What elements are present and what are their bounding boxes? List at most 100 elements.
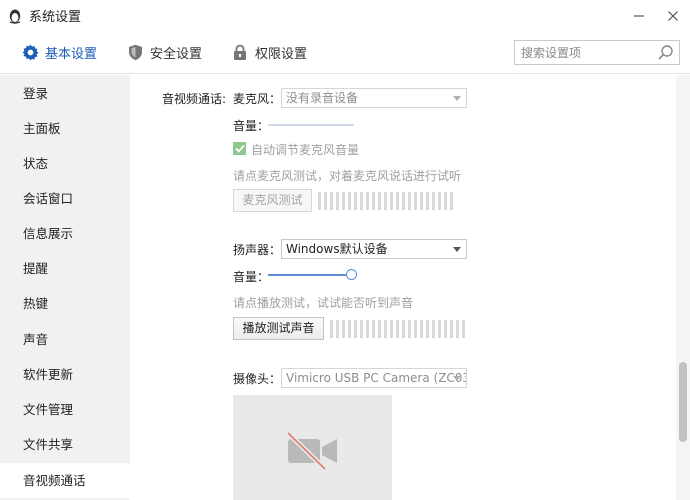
camera-preview (233, 395, 392, 500)
camera-device-value: Vimicro USB PC Camera (ZC030... (286, 371, 466, 385)
camera-off-icon (286, 431, 337, 471)
window-title: 系统设置 (29, 10, 82, 25)
level-segment (426, 320, 429, 338)
speaker-label: 扬声器： (233, 243, 282, 257)
speaker-device-value: Windows默认设备 (286, 242, 388, 256)
level-segment (432, 192, 435, 210)
level-segment (438, 192, 441, 210)
level-segment (342, 192, 345, 210)
level-segment (384, 192, 387, 210)
level-segment (360, 192, 363, 210)
level-segment (450, 320, 453, 338)
checkmark-icon (234, 144, 245, 153)
sidebar-item-software-update[interactable]: 软件更新 (0, 357, 130, 392)
sidebar-item-status[interactable]: 状态 (0, 146, 130, 181)
level-segment (330, 192, 333, 210)
level-segment (354, 320, 357, 338)
speaker-level-meter (330, 318, 465, 340)
level-segment (420, 192, 423, 210)
search-icon[interactable] (657, 44, 674, 61)
speaker-device-select[interactable]: Windows默认设备 (281, 239, 467, 259)
title-bar: 系统设置 (0, 0, 690, 31)
level-segment (420, 320, 423, 338)
mic-test-button[interactable]: 麦克风测试 (233, 189, 312, 212)
level-segment (390, 320, 393, 338)
level-segment (408, 192, 411, 210)
camera-label: 摄像头： (233, 372, 282, 386)
chevron-down-icon (453, 247, 461, 252)
sidebar-item-sound[interactable]: 声音 (0, 322, 130, 357)
level-segment (450, 192, 453, 210)
search-input[interactable] (515, 41, 653, 64)
tab-security-settings[interactable]: 安全设置 (126, 31, 202, 74)
level-segment (414, 320, 417, 338)
auto-adjust-label: 自动调节麦克风音量 (251, 143, 360, 157)
minimize-button[interactable] (622, 0, 656, 31)
level-segment (396, 320, 399, 338)
tab-label: 安全设置 (150, 47, 203, 62)
mic-device-value: 没有录音设备 (286, 91, 359, 105)
tab-basic-settings[interactable]: 基本设置 (21, 31, 97, 74)
settings-tab-bar: 基本设置 安全设置 权限设置 (0, 31, 690, 74)
auto-adjust-checkbox[interactable] (233, 142, 246, 155)
level-segment (444, 192, 447, 210)
sidebar-item-hotkeys[interactable]: 热键 (0, 286, 130, 321)
penguin-icon (7, 8, 23, 24)
mic-device-select[interactable]: 没有录音设备 (281, 88, 467, 108)
mic-volume-label: 音量： (233, 119, 270, 133)
search-box[interactable] (514, 40, 680, 65)
level-segment (336, 192, 339, 210)
level-segment (432, 320, 435, 338)
level-segment (354, 192, 357, 210)
level-segment (438, 320, 441, 338)
tab-label: 权限设置 (255, 47, 308, 62)
sidebar-item-file-sharing[interactable]: 文件共享 (0, 427, 130, 462)
mic-label: 麦克风： (233, 92, 282, 106)
level-segment (414, 192, 417, 210)
sidebar-item-login[interactable]: 登录 (0, 76, 130, 111)
chevron-down-icon (453, 96, 461, 101)
level-segment (330, 320, 333, 338)
sidebar-item-av-call[interactable]: 音视频通话 (0, 463, 130, 498)
tab-label: 基本设置 (45, 47, 98, 62)
section-label: 音视频通话: (162, 92, 227, 106)
level-segment (372, 320, 375, 338)
close-button[interactable] (656, 0, 690, 31)
speaker-volume-thumb[interactable] (346, 269, 357, 280)
level-segment (372, 192, 375, 210)
tab-permission-settings[interactable]: 权限设置 (231, 31, 307, 74)
level-segment (396, 192, 399, 210)
av-call-settings-panel: 音视频通话: 麦克风： 没有录音设备 音量： 自动调节麦克风音量 请点麦克风测试… (130, 75, 676, 500)
camera-device-select[interactable]: Vimicro USB PC Camera (ZC030... (281, 368, 467, 388)
speaker-test-button[interactable]: 播放测试声音 (233, 317, 324, 340)
level-segment (318, 192, 321, 210)
level-segment (378, 192, 381, 210)
settings-sidebar: 登录 主面板 状态 会话窗口 信息展示 提醒 热键 声音 软件更新 文件管理 文… (0, 75, 130, 500)
content-scrollbar[interactable] (676, 75, 690, 500)
sidebar-item-main-panel[interactable]: 主面板 (0, 111, 130, 146)
speaker-volume-fill (268, 274, 352, 276)
lock-icon (231, 44, 249, 62)
level-segment (390, 192, 393, 210)
close-icon (668, 10, 678, 21)
level-segment (402, 192, 405, 210)
mic-volume-slider[interactable] (268, 124, 354, 126)
scrollbar-thumb[interactable] (679, 362, 687, 442)
gear-icon (21, 44, 39, 62)
level-segment (408, 320, 411, 338)
sidebar-item-chat-window[interactable]: 会话窗口 (0, 181, 130, 216)
sidebar-item-reminders[interactable]: 提醒 (0, 251, 130, 286)
sidebar-item-info-display[interactable]: 信息展示 (0, 216, 130, 251)
sidebar-item-file-management[interactable]: 文件管理 (0, 392, 130, 427)
speaker-volume-label: 音量： (233, 270, 270, 284)
level-segment (324, 192, 327, 210)
level-segment (360, 320, 363, 338)
level-segment (378, 320, 381, 338)
level-segment (462, 320, 465, 338)
level-segment (348, 192, 351, 210)
mic-level-meter (318, 190, 453, 212)
level-segment (426, 192, 429, 210)
level-segment (384, 320, 387, 338)
minimize-icon (634, 14, 644, 17)
level-segment (444, 320, 447, 338)
